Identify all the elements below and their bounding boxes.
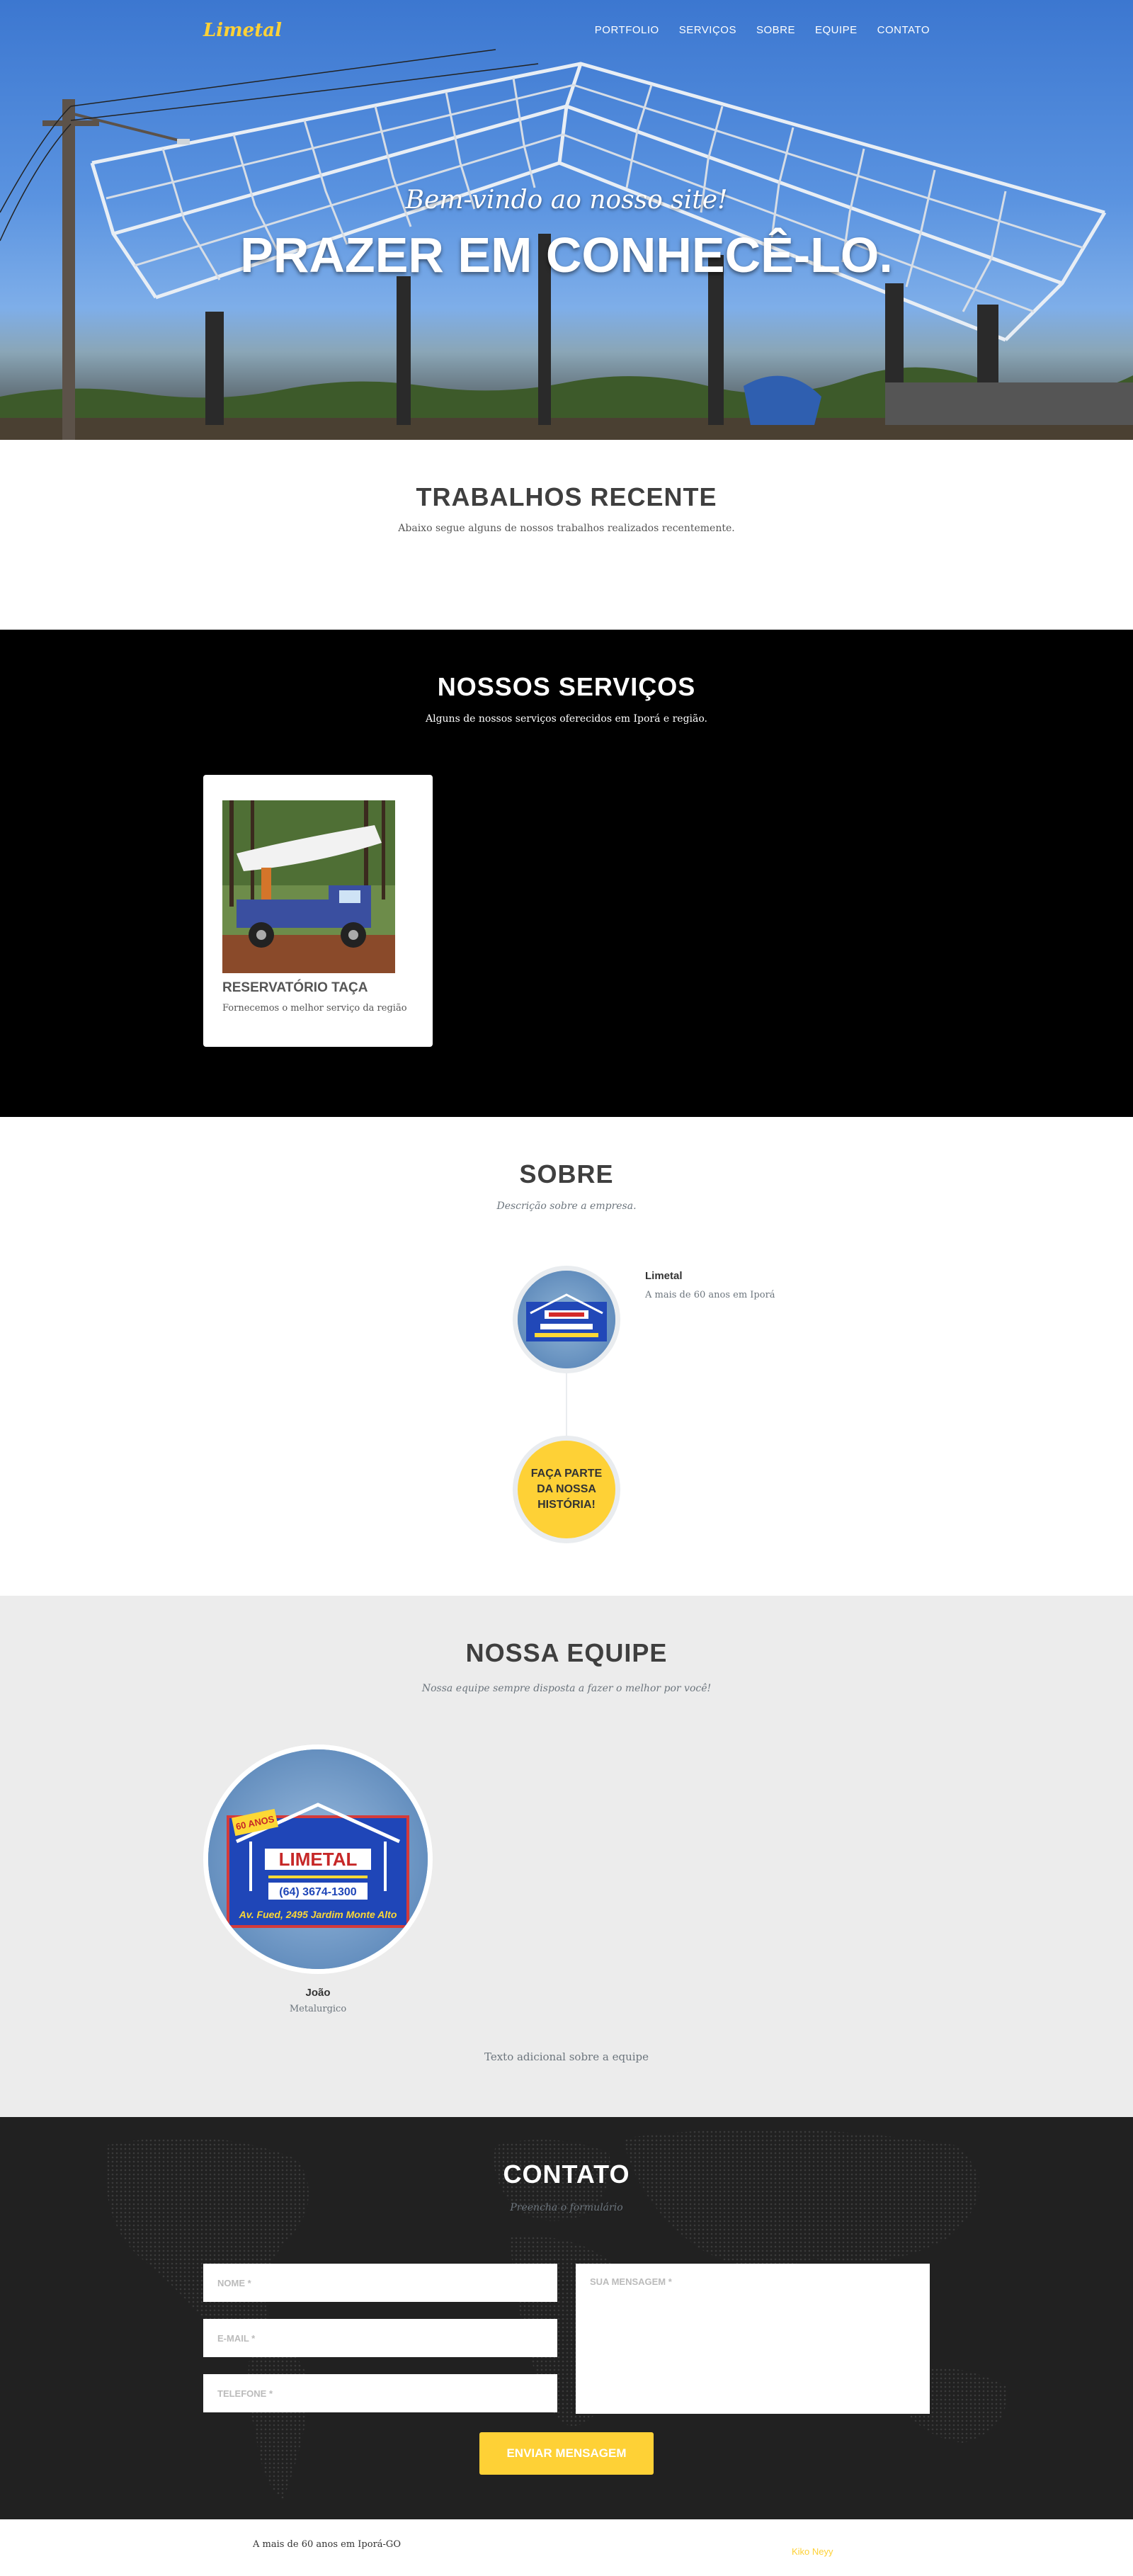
timeline-body: A mais de 60 anos em Iporá bbox=[645, 1290, 775, 1300]
contact-section: CONTATO Preencha o formulário ENVIAR MEN… bbox=[0, 2117, 1133, 2519]
footer-copyright: A mais de 60 anos em Iporá-GO bbox=[253, 2539, 401, 2550]
team-member-name: João bbox=[305, 1987, 331, 1999]
nav-item-contato[interactable]: CONTATO bbox=[877, 24, 930, 36]
timeline-heading: Limetal bbox=[645, 1270, 683, 1282]
team-subtitle: Nossa equipe sempre disposta a fazer o m… bbox=[421, 1683, 712, 1694]
join-history-cta: FAÇA PARTE DA NOSSA HISTÓRIA! bbox=[513, 1436, 620, 1543]
nav-item-portfolio[interactable]: PORTFOLIO bbox=[595, 24, 659, 36]
service-card-title: RESERVATÓRIO TAÇA bbox=[222, 980, 368, 995]
hero-background-image bbox=[0, 49, 1133, 440]
nav-item-servicos[interactable]: SERVIÇOS bbox=[679, 24, 736, 36]
hero-subheading: Bem-vindo ao nosso site! bbox=[405, 186, 728, 215]
about-title: SOBRE bbox=[519, 1159, 614, 1188]
services-title: NOSSOS SERVIÇOS bbox=[437, 672, 696, 701]
about-subtitle: Descrição sobre a empresa. bbox=[496, 1201, 637, 1212]
brand-logo[interactable]: Limetal bbox=[203, 20, 282, 41]
team-section: NOSSA EQUIPE Nossa equipe sempre dispost… bbox=[0, 1596, 1133, 2117]
logo-badge-phone: (64) 3674-1300 bbox=[279, 1886, 357, 1898]
services-section: NOSSOS SERVIÇOS Alguns de nossos serviço… bbox=[0, 630, 1133, 1117]
team-member-role: Metalurgico bbox=[289, 2004, 347, 2014]
team-title: NOSSA EQUIPE bbox=[465, 1638, 668, 1667]
service-card[interactable]: RESERVATÓRIO TAÇA Fornecemos o melhor se… bbox=[203, 775, 433, 1047]
phone-field[interactable] bbox=[203, 2374, 557, 2412]
nav-item-equipe[interactable]: EQUIPE bbox=[815, 24, 858, 36]
portfolio-subtitle: Abaixo segue alguns de nossos trabalhos … bbox=[398, 523, 735, 534]
nav-item-sobre[interactable]: SOBRE bbox=[756, 24, 795, 36]
service-card-text: Fornecemos o melhor serviço da região bbox=[222, 1003, 407, 1014]
portfolio-title: TRABALHOS RECENTE bbox=[416, 482, 717, 511]
services-subtitle: Alguns de nossos serviços oferecidos em … bbox=[425, 713, 707, 725]
team-member-photo: 60 ANOS LIMETAL (64) 3674-1300 Av. Fued,… bbox=[203, 1744, 433, 1974]
contact-subtitle: Preencha o formulário bbox=[510, 2202, 623, 2213]
team-extra-text: Texto adicional sobre a equipe bbox=[484, 2050, 649, 2063]
portfolio-section: TRABALHOS RECENTE Abaixo segue alguns de… bbox=[0, 440, 1133, 630]
send-message-button[interactable]: ENVIAR MENSAGEM bbox=[479, 2432, 654, 2475]
contact-title: CONTATO bbox=[503, 2160, 630, 2189]
service-card-image bbox=[222, 800, 395, 973]
logo-badge-name: LIMETAL bbox=[279, 1849, 358, 1870]
message-field[interactable] bbox=[576, 2264, 930, 2414]
hero-heading: PRAZER EM CONHECÊ-LO. bbox=[240, 227, 893, 283]
about-section: SOBRE Descrição sobre a empresa. Limetal… bbox=[0, 1117, 1133, 1596]
footer-credit-link[interactable]: Kiko Neyy bbox=[792, 2546, 833, 2557]
email-field[interactable] bbox=[203, 2319, 557, 2357]
logo-badge-address: Av. Fued, 2495 Jardim Monte Alto bbox=[239, 1909, 397, 1920]
name-field[interactable] bbox=[203, 2264, 557, 2302]
timeline-image bbox=[513, 1266, 620, 1373]
nav-menu: PORTFOLIO SERVIÇOS SOBRE EQUIPE CONTATO bbox=[595, 24, 930, 36]
hero-section: Bem-vindo ao nosso site! PRAZER EM CONHE… bbox=[0, 0, 1133, 440]
footer: A mais de 60 anos em Iporá-GO Kiko Neyy bbox=[0, 2519, 1133, 2576]
top-navbar: Limetal PORTFOLIO SERVIÇOS SOBRE EQUIPE … bbox=[0, 0, 1133, 61]
